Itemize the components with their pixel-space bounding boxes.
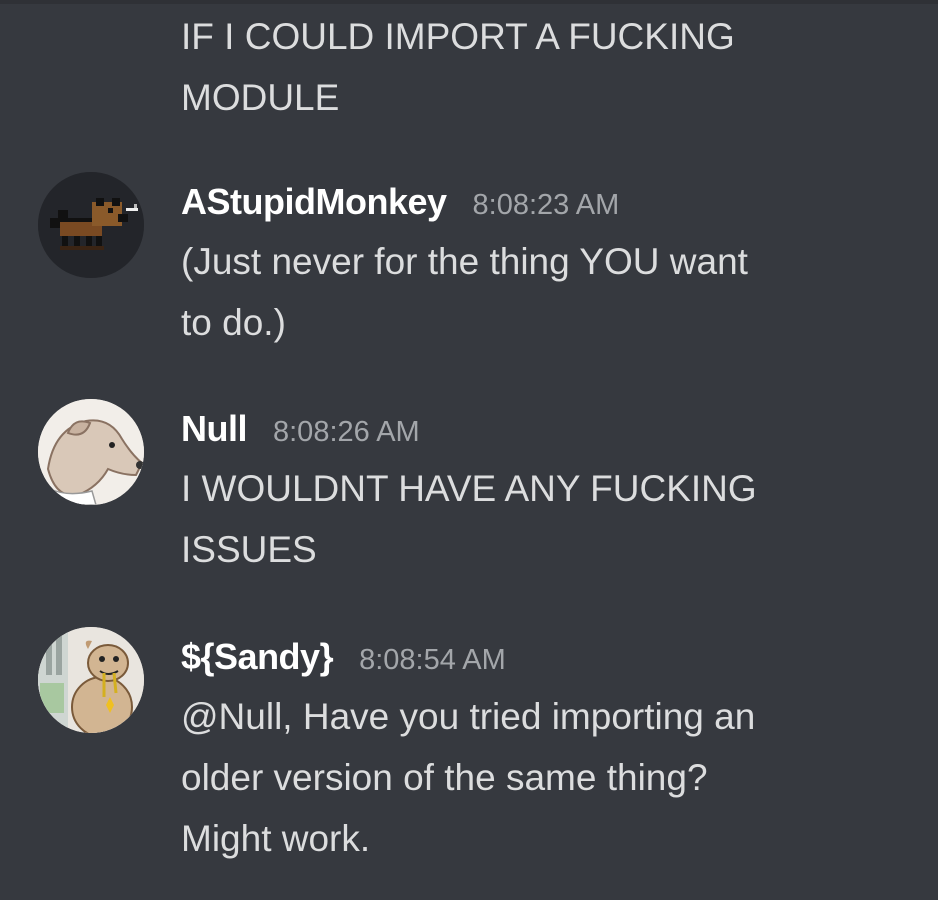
username[interactable]: AStupidMonkey bbox=[181, 181, 447, 222]
message-content: @Null, Have you tried importing an older… bbox=[181, 696, 756, 859]
message-content: (Just never for the thing YOU want to do… bbox=[181, 241, 748, 343]
message-content: IF I COULD IMPORT A FUCKING MODULE bbox=[181, 16, 735, 118]
timestamp[interactable]: 8:08:54 AM bbox=[359, 644, 506, 676]
pixel-dog-avatar-icon[interactable] bbox=[38, 172, 144, 278]
dog-sketch-avatar-icon[interactable] bbox=[38, 399, 144, 505]
username[interactable]: Null bbox=[181, 408, 248, 449]
username[interactable]: ${Sandy} bbox=[181, 636, 334, 677]
channel-top-divider bbox=[0, 0, 938, 4]
message-header: ${Sandy} 8:08:54 AM bbox=[181, 637, 506, 677]
timestamp[interactable]: 8:08:23 AM bbox=[473, 189, 620, 221]
message-header: AStupidMonkey 8:08:23 AM bbox=[181, 182, 619, 222]
cartoon-dog-avatar-icon[interactable] bbox=[38, 627, 144, 733]
message-content: I WOULDNT HAVE ANY FUCKING ISSUES bbox=[181, 468, 757, 570]
message-header: Null 8:08:26 AM bbox=[181, 409, 420, 449]
timestamp[interactable]: 8:08:26 AM bbox=[273, 416, 420, 448]
